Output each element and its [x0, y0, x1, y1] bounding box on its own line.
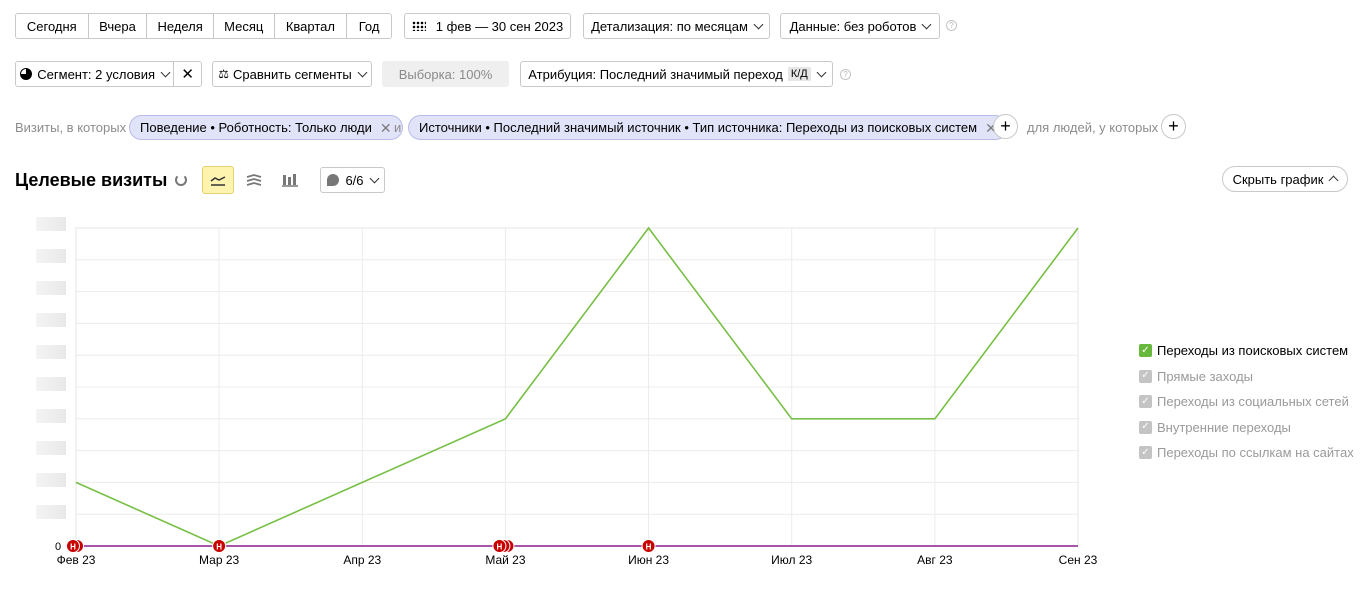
chart-legend: ✓ Переходы из поисковых систем ✓ Прямые за… [1139, 338, 1354, 466]
x-tick-label: Фев 23 [56, 553, 96, 567]
checkbox-icon[interactable]: ✓ [1139, 395, 1152, 409]
event-marker-label: Н [70, 543, 76, 552]
x-tick-label: Май 23 [485, 553, 526, 567]
line-chart: НННН [66, 226, 1079, 553]
x-tick-label: Апр 23 [343, 553, 382, 567]
event-marker-label: Н [497, 543, 503, 552]
x-tick-label: Мар 23 [199, 553, 240, 567]
legend-item-social[interactable]: ✓ Переходы из социальных сетей [1139, 389, 1354, 415]
event-marker-label: Н [216, 543, 222, 552]
x-tick-label: Авг 23 [917, 553, 953, 567]
legend-item-links[interactable]: ✓ Переходы по ссылкам на сайтах [1139, 440, 1354, 466]
checkbox-icon[interactable]: ✓ [1139, 369, 1152, 383]
checkbox-icon[interactable]: ✓ [1139, 446, 1152, 460]
legend-label: Внутренние переходы [1157, 419, 1291, 435]
checkbox-icon[interactable]: ✓ [1139, 420, 1152, 434]
legend-label: Переходы из поисковых систем [1157, 343, 1349, 359]
event-marker-label: Н [646, 543, 652, 552]
legend-item-direct[interactable]: ✓ Прямые заходы [1139, 364, 1354, 390]
legend-label: Переходы по ссылкам на сайтах [1157, 445, 1354, 461]
legend-label: Переходы из социальных сетей [1157, 394, 1349, 410]
legend-item-search[interactable]: ✓ Переходы из поисковых систем [1139, 338, 1354, 364]
legend-item-internal[interactable]: ✓ Внутренние переходы [1139, 415, 1354, 441]
x-tick-label: Июл 23 [771, 553, 813, 567]
x-tick-label: Июн 23 [628, 553, 670, 567]
legend-label: Прямые заходы [1157, 368, 1254, 384]
checkbox-icon[interactable]: ✓ [1139, 344, 1152, 358]
x-tick-label: Сен 23 [1058, 553, 1098, 567]
